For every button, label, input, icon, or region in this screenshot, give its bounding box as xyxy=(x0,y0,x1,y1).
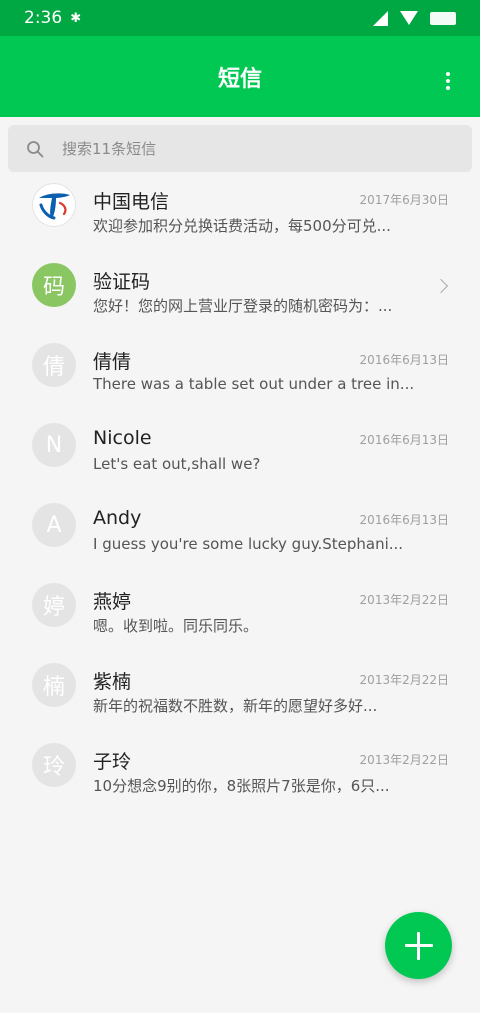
contact-name: Andy xyxy=(93,507,142,529)
message-preview: 欢迎参加积分兑换话费活动，每500分可兑... xyxy=(93,217,391,235)
battery-icon xyxy=(430,11,456,25)
message-date: 2017年6月30日 xyxy=(359,193,449,207)
wifi-icon xyxy=(400,11,418,25)
avatar: N xyxy=(32,423,76,467)
page-title: 短信 xyxy=(217,66,262,92)
avatar: 玲 xyxy=(32,743,76,787)
signal-icon xyxy=(373,10,388,26)
search-icon xyxy=(27,140,44,157)
message-preview: There was a table set out under a tree i… xyxy=(93,375,413,393)
message-date: 2016年6月13日 xyxy=(359,353,449,367)
app-bar: 短信 xyxy=(0,36,480,117)
contact-name: 紫楠 xyxy=(93,671,132,693)
list-item[interactable]: 倩 倩倩 There was a table set out under a t… xyxy=(0,327,480,407)
chevron-right-icon[interactable] xyxy=(433,278,449,294)
status-icons xyxy=(373,10,456,26)
avatar: 码 xyxy=(32,263,76,307)
list-item[interactable]: 码 验证码 您好！您的网上营业厅登录的随机密码为：... xyxy=(0,247,480,327)
search-input[interactable]: 搜索11条短信 xyxy=(8,125,472,172)
avatar: 倩 xyxy=(32,343,76,387)
message-preview: 新年的祝福数不胜数，新年的愿望好多好... xyxy=(93,697,378,715)
list-item[interactable]: 楠 紫楠 新年的祝福数不胜数，新年的愿望好多好... 2013年2月22日 xyxy=(0,647,480,727)
message-date: 2013年2月22日 xyxy=(359,593,449,607)
contact-name: 子玲 xyxy=(93,751,132,773)
avatar: 楠 xyxy=(32,663,76,707)
list-item[interactable]: 婷 燕婷 嗯。收到啦。同乐同乐。 2013年2月22日 xyxy=(0,567,480,647)
contact-name: 验证码 xyxy=(93,271,151,293)
message-preview: 您好！您的网上营业厅登录的随机密码为：... xyxy=(93,297,393,315)
conversation-list: 中国电信 欢迎参加积分兑换话费活动，每500分可兑... 2017年6月30日 … xyxy=(0,167,480,807)
contact-name: Nicole xyxy=(93,427,152,449)
status-time: 2:36 xyxy=(24,8,63,28)
bluetooth-icon: ✱ xyxy=(70,10,82,26)
avatar: 婷 xyxy=(32,583,76,627)
message-preview: 10分想念9别的你，8张照片7张是你，6只... xyxy=(93,777,390,795)
message-preview: 嗯。收到啦。同乐同乐。 xyxy=(93,617,259,635)
status-bar: 2:36 ✱ xyxy=(0,0,480,36)
search-placeholder: 搜索11条短信 xyxy=(62,140,157,158)
contact-name: 燕婷 xyxy=(93,591,132,613)
list-item[interactable]: 中国电信 欢迎参加积分兑换话费活动，每500分可兑... 2017年6月30日 xyxy=(0,167,480,247)
message-date: 2016年6月13日 xyxy=(359,433,449,447)
message-date: 2013年2月22日 xyxy=(359,753,449,767)
more-vert-icon[interactable] xyxy=(446,72,450,90)
list-item[interactable]: A Andy I guess you're some lucky guy.Ste… xyxy=(0,487,480,567)
contact-name: 倩倩 xyxy=(93,351,132,373)
message-date: 2016年6月13日 xyxy=(359,513,449,527)
plus-icon xyxy=(404,931,433,960)
contact-name: 中国电信 xyxy=(93,191,170,213)
new-message-button[interactable] xyxy=(385,912,452,979)
list-item[interactable]: 玲 子玲 10分想念9别的你，8张照片7张是你，6只... 2013年2月22日 xyxy=(0,727,480,807)
message-date: 2013年2月22日 xyxy=(359,673,449,687)
avatar: A xyxy=(32,503,76,547)
message-preview: Let's eat out,shall we? xyxy=(93,455,261,473)
message-preview: I guess you're some lucky guy.Stephani..… xyxy=(93,535,404,553)
list-item[interactable]: N Nicole Let's eat out,shall we? 2016年6月… xyxy=(0,407,480,487)
china-telecom-logo-icon xyxy=(32,183,76,227)
